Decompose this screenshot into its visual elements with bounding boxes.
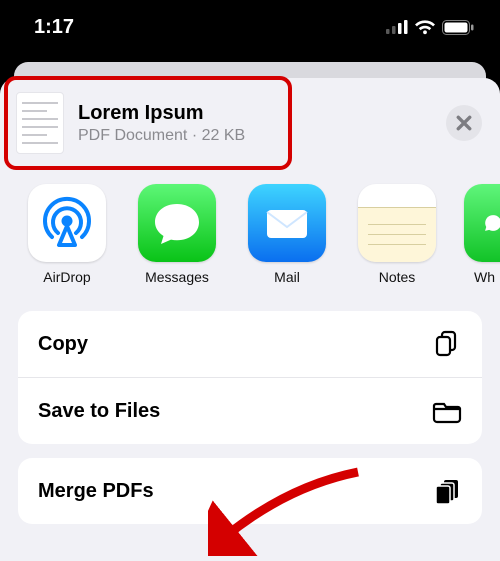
app-mail[interactable]: Mail <box>244 184 330 285</box>
action-group-2: Merge PDFs <box>18 458 482 524</box>
share-apps-row[interactable]: AirDrop Messages Mail Notes <box>0 168 500 293</box>
battery-icon <box>442 20 474 35</box>
action-save-to-files[interactable]: Save to Files <box>18 377 482 444</box>
status-indicators <box>386 20 474 35</box>
stack-icon <box>432 476 462 506</box>
wifi-icon <box>414 20 436 35</box>
messages-icon <box>138 184 216 262</box>
folder-icon <box>432 396 462 426</box>
app-label: Mail <box>274 269 300 285</box>
share-header: Lorem Ipsum PDF Document · 22 KB <box>0 78 500 168</box>
action-label: Save to Files <box>38 400 160 423</box>
copy-icon <box>432 329 462 359</box>
whatsapp-icon <box>464 184 500 262</box>
notes-icon <box>358 184 436 262</box>
airdrop-icon <box>28 184 106 262</box>
mail-icon <box>248 184 326 262</box>
action-merge-pdfs[interactable]: Merge PDFs <box>18 458 482 524</box>
app-airdrop[interactable]: AirDrop <box>24 184 110 285</box>
action-copy[interactable]: Copy <box>18 311 482 377</box>
close-button[interactable] <box>446 105 482 141</box>
app-whatsapp[interactable]: Wh <box>464 184 500 285</box>
status-time: 1:17 <box>34 16 74 39</box>
app-notes[interactable]: Notes <box>354 184 440 285</box>
share-sheet: Lorem Ipsum PDF Document · 22 KB <box>0 78 500 561</box>
action-group-1: Copy Save to Files <box>18 311 482 444</box>
document-subtitle: PDF Document · 22 KB <box>78 127 432 145</box>
status-bar: 1:17 <box>0 0 500 54</box>
action-label: Copy <box>38 333 88 356</box>
document-title: Lorem Ipsum <box>78 101 432 125</box>
app-messages[interactable]: Messages <box>134 184 220 285</box>
document-meta: Lorem Ipsum PDF Document · 22 KB <box>78 101 432 145</box>
app-label: AirDrop <box>43 269 90 285</box>
cellular-icon <box>386 20 408 34</box>
document-thumbnail <box>16 92 64 154</box>
app-label: Notes <box>379 269 416 285</box>
action-label: Merge PDFs <box>38 480 154 503</box>
app-label: Messages <box>145 269 209 285</box>
app-label: Wh <box>474 269 495 285</box>
close-icon <box>456 115 472 131</box>
